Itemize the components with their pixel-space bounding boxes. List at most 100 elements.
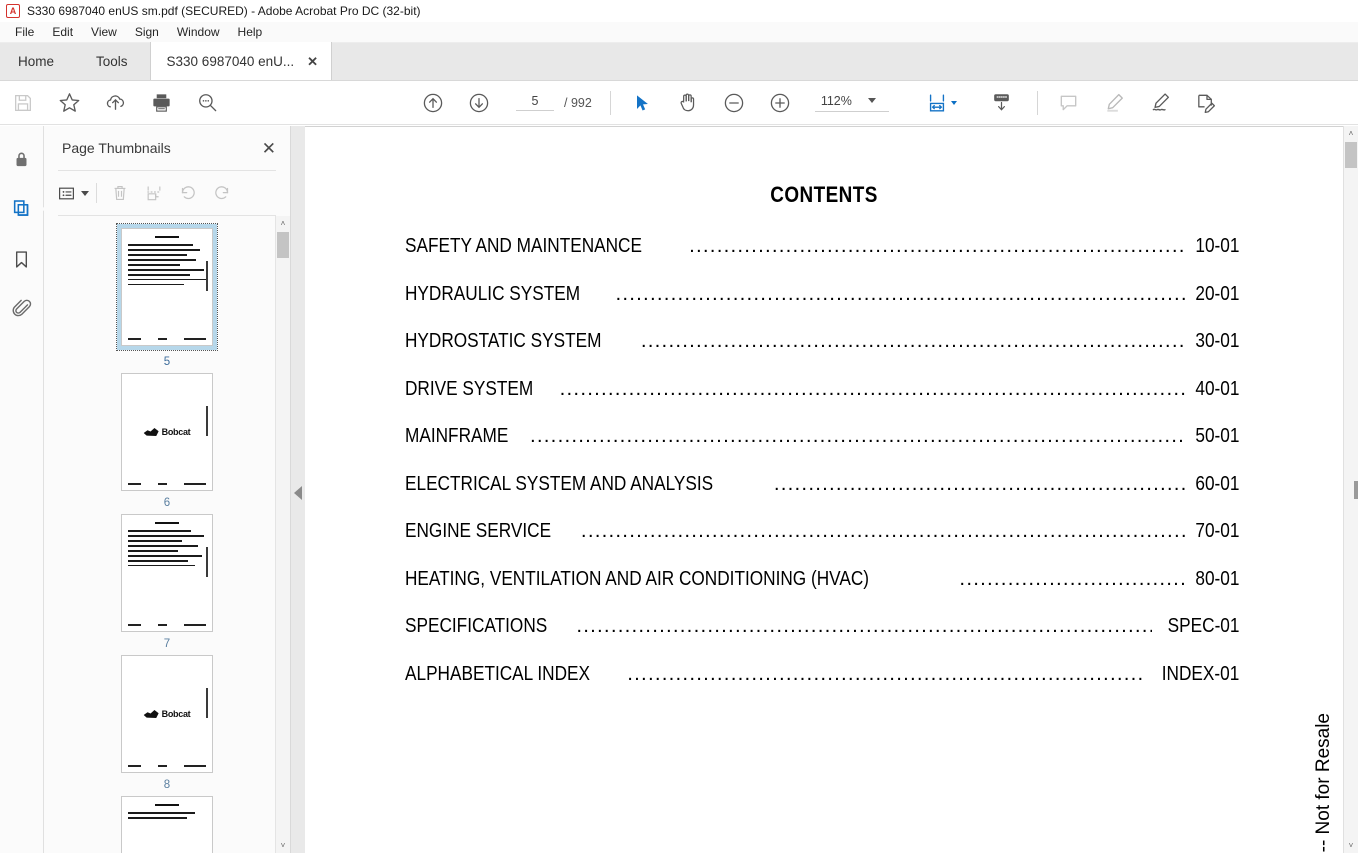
find-button[interactable]	[184, 81, 230, 125]
mini-line	[128, 244, 193, 246]
sidebar-item-bookmarks[interactable]	[2, 240, 42, 278]
toolbar-view-group	[919, 81, 1025, 125]
lock-icon	[11, 149, 32, 170]
panel-splitter[interactable]	[291, 126, 305, 853]
comment-button[interactable]	[1046, 81, 1092, 125]
mini-line	[128, 812, 195, 814]
scrollbar-thumb[interactable]	[1345, 142, 1357, 168]
scrollbar-thumb[interactable]	[277, 232, 289, 258]
toc-entry[interactable]: SPECIFICATIONS .........................…	[405, 614, 1239, 638]
tab-home[interactable]: Home	[0, 42, 74, 80]
sidebar-item-page-thumbnails[interactable]	[2, 190, 51, 228]
zoom-in-button[interactable]	[757, 81, 803, 125]
thumbnail-selection: Bobcat	[121, 655, 213, 773]
menu-window[interactable]: Window	[168, 24, 229, 40]
bobcat-logo: Bobcat	[143, 709, 191, 719]
page-number-input[interactable]	[516, 94, 554, 111]
page-watermark: opy -- Not for Resale	[1313, 712, 1334, 853]
fit-width-button[interactable]	[919, 81, 965, 125]
acrobat-icon: A	[6, 4, 20, 18]
mini-line	[128, 559, 189, 562]
rotate-ccw-icon	[178, 183, 198, 203]
menu-edit[interactable]: Edit	[43, 24, 82, 40]
toc-entry-page: 10-01	[1194, 234, 1239, 257]
rotate-clockwise-button[interactable]	[205, 176, 239, 210]
toc-entry[interactable]: MAINFRAME ..............................…	[405, 424, 1239, 448]
print-button[interactable]	[138, 81, 184, 125]
scroll-mode-button[interactable]	[979, 81, 1025, 125]
next-page-button[interactable]	[456, 81, 502, 125]
toc-entry-page: 40-01	[1194, 376, 1239, 400]
delete-pages-button[interactable]	[103, 176, 137, 210]
toc-entry[interactable]: SAFETY AND MAINTENANCE .................…	[405, 234, 1239, 258]
zoom-level-select[interactable]: 112%	[814, 93, 889, 112]
upload-cloud-button[interactable]	[92, 81, 138, 125]
page-title: CONTENTS	[770, 182, 878, 207]
toc-entry[interactable]: HYDRAULIC SYSTEM .......................…	[405, 282, 1239, 306]
scroll-down-button[interactable]: ˅	[1344, 838, 1358, 853]
rotate-counterclockwise-button[interactable]	[171, 176, 205, 210]
sidebar-item-attachments[interactable]	[2, 290, 42, 328]
scroll-down-button[interactable]: ˅	[276, 838, 290, 853]
save-button[interactable]	[0, 81, 46, 125]
menu-help[interactable]: Help	[229, 24, 272, 40]
page-thumbnails-panel: Page Thumbnails ✕ 5 Bobcat 6 7 Bobcat 8 …	[44, 126, 291, 853]
thumbnail-item[interactable]: 9	[121, 796, 213, 853]
toc-entry[interactable]: ALPHABETICAL INDEX .....................…	[405, 662, 1239, 686]
tab-tools[interactable]: Tools	[74, 42, 150, 80]
zoom-out-button[interactable]	[711, 81, 757, 125]
zoom-out-icon	[722, 91, 746, 115]
hand-tool-button[interactable]	[665, 81, 711, 125]
sidebar-item-security[interactable]	[2, 140, 42, 178]
thumbnail-options-button[interactable]	[56, 176, 90, 210]
arrow-down-circle-icon	[467, 91, 491, 115]
toc-entry[interactable]: HEATING, VENTILATION AND AIR CONDITIONIN…	[405, 567, 1239, 591]
toolbar-nav-group: / 992	[410, 81, 592, 125]
zoom-level-value: 112%	[820, 93, 852, 108]
toc-entry-page: INDEX-01	[1161, 661, 1239, 685]
collapse-panel-icon[interactable]	[294, 486, 302, 500]
toc-entry-page: 50-01	[1194, 424, 1239, 447]
thumbnail-page-preview	[121, 514, 213, 632]
toc-entry[interactable]: ELECTRICAL SYSTEM AND ANALYSIS .........…	[405, 472, 1239, 496]
sign-button[interactable]	[1138, 81, 1184, 125]
thumbnail-scrollbar[interactable]: ˄ ˅	[275, 216, 290, 853]
toc-entry[interactable]: DRIVE SYSTEM ...........................…	[405, 377, 1239, 401]
previous-page-button[interactable]	[410, 81, 456, 125]
mini-line	[128, 549, 178, 552]
fill-sign-icon	[1195, 91, 1218, 114]
close-icon[interactable]: ✕	[304, 55, 321, 68]
thumbnail-list[interactable]: 5 Bobcat 6 7 Bobcat 8 ˄ ˅	[44, 216, 290, 853]
toc-entry[interactable]: ENGINE SERVICE .........................…	[405, 519, 1239, 543]
chevron-down-icon[interactable]	[81, 190, 89, 196]
fill-and-sign-button[interactable]	[1184, 81, 1230, 125]
scroll-up-button[interactable]: ˄	[276, 216, 290, 231]
toolbar-divider-2	[1036, 90, 1038, 115]
highlight-icon	[1103, 91, 1126, 114]
menu-file[interactable]: File	[6, 24, 43, 40]
thumbnail-item[interactable]: Bobcat 6	[121, 373, 213, 509]
extract-pages-button[interactable]	[137, 176, 171, 210]
toc-entry-page: 30-01	[1194, 329, 1239, 352]
menu-view[interactable]: View	[82, 24, 126, 40]
extract-pages-icon	[144, 183, 164, 203]
toc-dot-leader: ........................................…	[580, 519, 1185, 542]
mini-watermark	[206, 261, 208, 291]
highlight-button[interactable]	[1092, 81, 1138, 125]
chevron-down-icon[interactable]	[951, 100, 958, 105]
toc-entry-page: 80-01	[1194, 566, 1239, 590]
toc-entry-name: SAFETY AND MAINTENANCE	[405, 234, 642, 257]
thumbnail-item[interactable]: Bobcat 8	[121, 655, 213, 791]
favorite-button[interactable]	[46, 81, 92, 125]
toc-entry[interactable]: HYDROSTATIC SYSTEM .....................…	[405, 329, 1239, 353]
thumbnail-item[interactable]: 5	[116, 223, 218, 368]
tab-document[interactable]: S330 6987040 enU... ✕	[149, 42, 333, 80]
select-tool-button[interactable]	[619, 81, 665, 125]
comment-icon	[1057, 91, 1080, 114]
toc-dot-leader: ........................................…	[530, 424, 1185, 447]
scroll-up-button[interactable]: ˄	[1344, 126, 1358, 141]
thumbnail-item[interactable]: 7	[121, 514, 213, 650]
close-icon[interactable]: ✕	[262, 140, 276, 157]
toc-entry-name: SPECIFICATIONS	[405, 614, 548, 637]
menu-sign[interactable]: Sign	[126, 24, 168, 40]
